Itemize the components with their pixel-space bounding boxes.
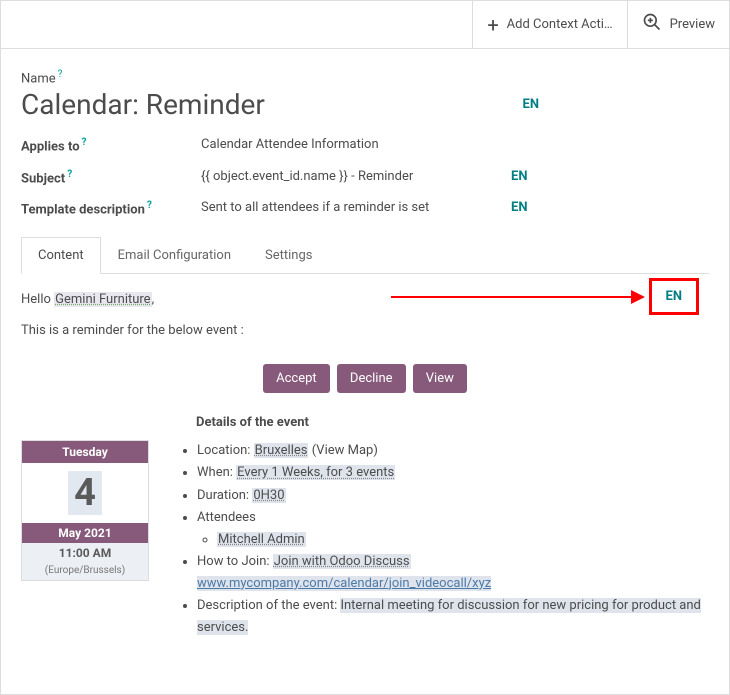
decline-button[interactable]: Decline: [337, 364, 406, 393]
subject-lang-badge[interactable]: EN: [511, 169, 528, 184]
help-icon[interactable]: ?: [67, 169, 72, 180]
detail-when: When: Every 1 Weeks, for 3 events: [197, 462, 709, 484]
name-lang-badge[interactable]: EN: [523, 97, 540, 112]
tab-content[interactable]: Content: [21, 237, 101, 274]
calendar-timezone: (Europe/Brussels): [22, 563, 148, 580]
plus-icon: +: [487, 13, 498, 37]
details-heading: Details of the event: [196, 415, 709, 430]
tab-bar: Content Email Configuration Settings: [21, 237, 709, 274]
detail-description: Description of the event: Internal meeti…: [197, 595, 709, 639]
calendar-widget: Tuesday 4 May 2021 11:00 AM (Europe/Brus…: [21, 440, 149, 581]
tab-settings[interactable]: Settings: [248, 237, 329, 273]
body-lang-badge-callout: EN: [649, 278, 700, 315]
event-details-list: Location: Bruxelles (View Map) When: Eve…: [179, 440, 709, 639]
recipient-placeholder: Gemini Furniture: [54, 292, 151, 307]
join-url-link[interactable]: www.mycompany.com/calendar/join_videocal…: [197, 576, 491, 591]
add-context-action-button[interactable]: + Add Context Acti…: [472, 1, 626, 48]
greeting-line: Hello Gemini Furniture,: [21, 292, 709, 307]
applies-to-label: Applies to?: [21, 137, 201, 154]
annotation-arrow: [391, 296, 643, 298]
preview-label: Preview: [670, 17, 715, 33]
preview-button[interactable]: Preview: [627, 1, 729, 48]
body-lang-badge[interactable]: EN: [666, 289, 683, 304]
calendar-weekday: Tuesday: [22, 441, 148, 463]
template-name-value[interactable]: Calendar: Reminder: [21, 88, 265, 121]
accept-button[interactable]: Accept: [263, 364, 330, 393]
template-desc-value[interactable]: Sent to all attendees if a reminder is s…: [201, 200, 511, 215]
name-field-label: Name?: [21, 69, 709, 86]
detail-how-to-join: How to Join: Join with Odoo Discusswww.m…: [197, 551, 709, 595]
toolbar: + Add Context Acti… Preview: [1, 1, 729, 49]
reminder-line: This is a reminder for the below event :: [21, 323, 709, 338]
subject-value[interactable]: {{ object.event_id.name }} - Reminder: [201, 169, 511, 184]
zoom-icon: [642, 12, 662, 37]
help-icon[interactable]: ?: [82, 137, 87, 148]
subject-label: Subject?: [21, 169, 201, 186]
detail-location: Location: Bruxelles (View Map): [197, 440, 709, 462]
view-button[interactable]: View: [413, 364, 467, 393]
calendar-day: 4: [22, 463, 148, 523]
email-body-editor[interactable]: EN Hello Gemini Furniture, This is a rem…: [21, 274, 709, 639]
help-icon[interactable]: ?: [147, 200, 152, 211]
calendar-time: 11:00 AM: [22, 543, 148, 563]
help-icon[interactable]: ?: [58, 69, 63, 80]
template-desc-lang-badge[interactable]: EN: [511, 200, 528, 215]
action-button-row: Accept Decline View: [21, 364, 709, 393]
add-context-label: Add Context Acti…: [507, 17, 613, 33]
attendee-item: Mitchell Admin: [217, 529, 709, 551]
calendar-month-year: May 2021: [22, 523, 148, 543]
detail-attendees: Attendees Mitchell Admin: [197, 507, 709, 551]
detail-duration: Duration: 0H30: [197, 485, 709, 507]
tab-email-configuration[interactable]: Email Configuration: [101, 237, 248, 273]
template-desc-label: Template description?: [21, 200, 201, 217]
applies-to-value[interactable]: Calendar Attendee Information: [201, 137, 511, 152]
